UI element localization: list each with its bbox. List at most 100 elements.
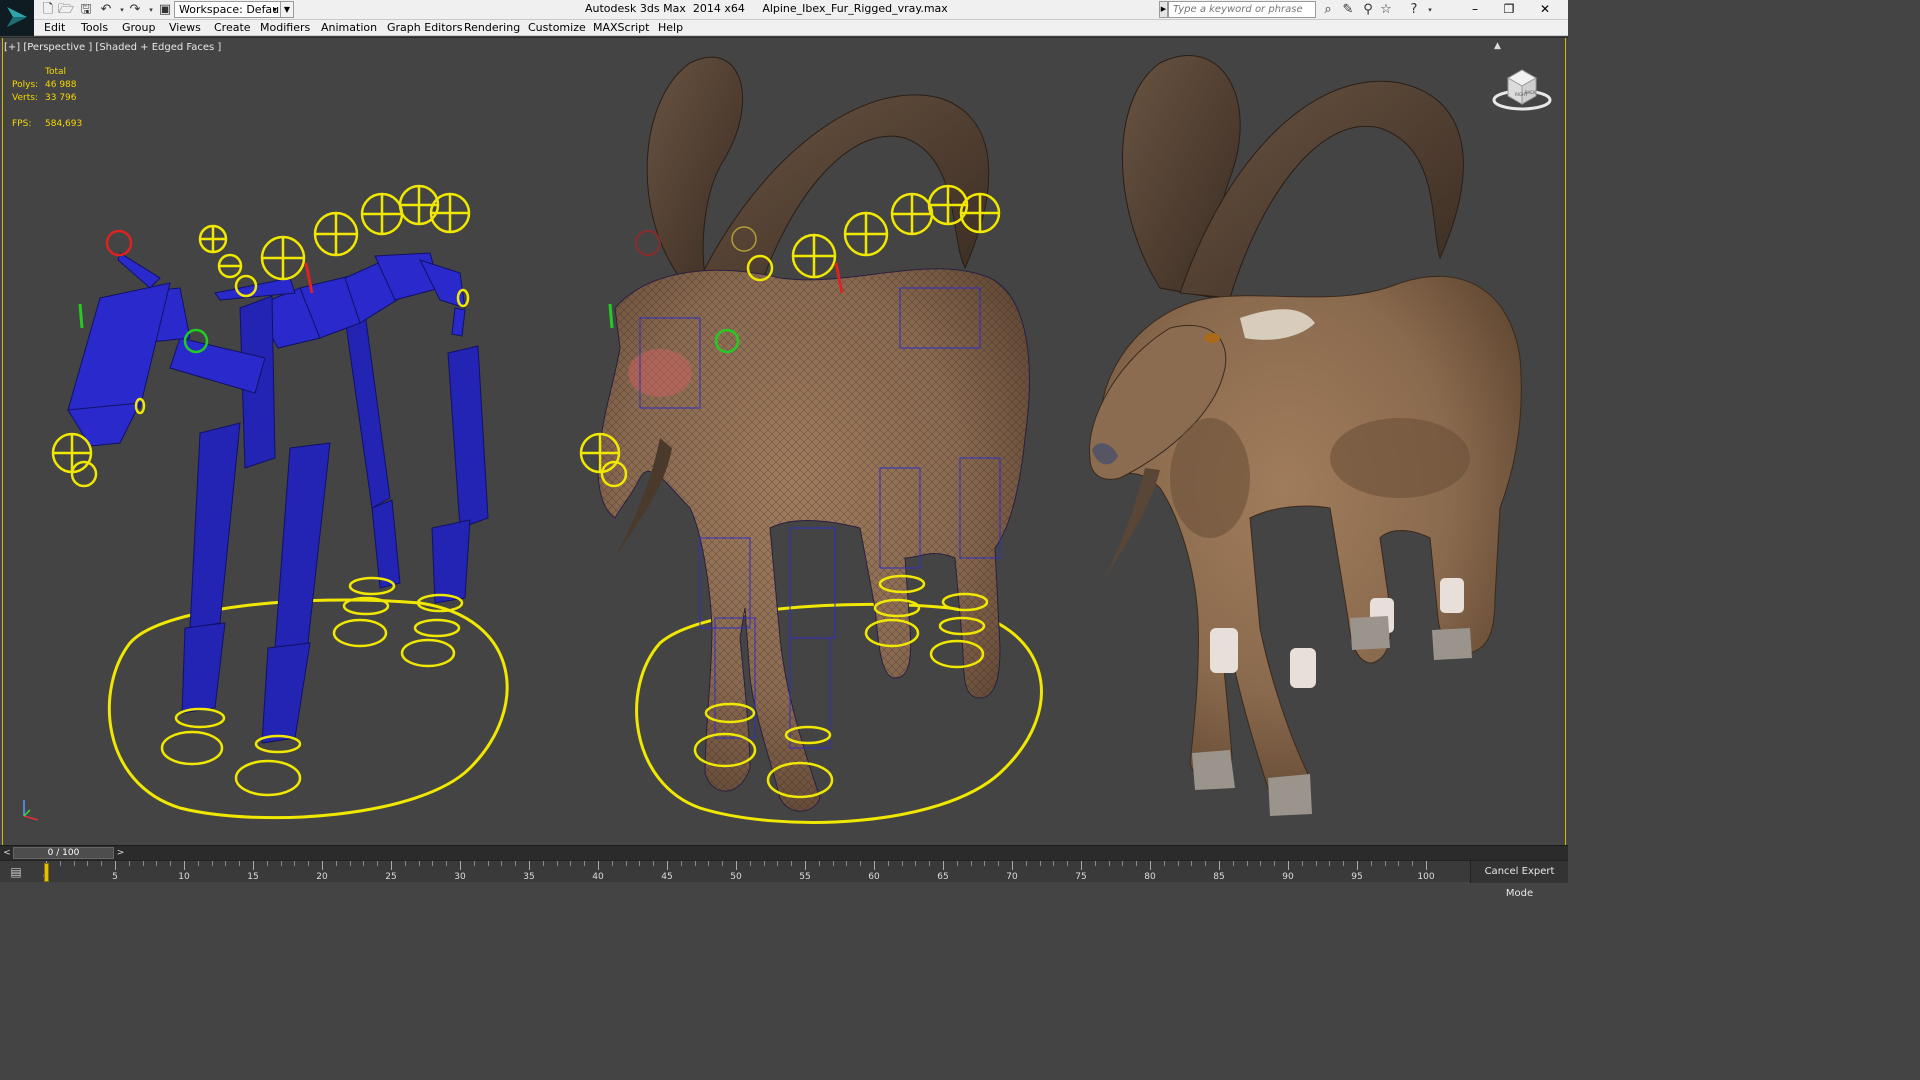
ruler-tick-label: 70 — [1006, 872, 1018, 882]
scene-canvas[interactable] — [0, 38, 1568, 845]
ruler-tick-label: 100 — [1417, 872, 1435, 882]
ruler-minor-tick — [832, 861, 834, 866]
viewport-label-menu[interactable]: [+] [Perspective ] [Shaded + Edged Faces… — [4, 42, 221, 53]
ruler-minor-tick — [418, 861, 420, 866]
ruler-minor-tick — [1412, 861, 1414, 866]
ruler-major-tick — [1357, 861, 1358, 870]
time-slider[interactable]: < 0 / 100 > — [0, 845, 1568, 860]
help-icon[interactable]: ? — [1406, 2, 1422, 18]
undo-icon[interactable]: ↶ — [98, 2, 114, 18]
communication-center-icon[interactable]: ✎ — [1340, 2, 1356, 18]
ruler-major-tick — [391, 861, 392, 870]
perspective-viewport[interactable]: [+] [Perspective ] [Shaded + Edged Faces… — [0, 37, 1568, 845]
mini-curve-editor-icon[interactable]: ▤ — [6, 864, 26, 880]
menu-customize[interactable]: Customize — [528, 21, 586, 35]
ruler-minor-tick — [791, 861, 793, 866]
bone-rig[interactable] — [51, 184, 509, 820]
ruler-major-tick — [667, 861, 668, 870]
stats-header: Total — [45, 67, 67, 77]
ruler-minor-tick — [653, 861, 655, 866]
previous-frame-button[interactable]: < — [2, 847, 12, 859]
redo-icon[interactable]: ↷ — [127, 2, 143, 18]
workspace-dropdown[interactable]: Workspace: Default ▾ ▼ — [174, 1, 294, 18]
axis-tripod-icon — [23, 800, 39, 821]
ruler-tick-label: 80 — [1144, 872, 1156, 882]
ruler-minor-tick — [142, 861, 144, 866]
ruler-minor-tick — [101, 861, 103, 866]
ruler-major-tick — [1081, 861, 1082, 870]
help-dropdown-icon[interactable]: ▾ — [1422, 2, 1438, 18]
verts-label: Verts: — [12, 93, 38, 103]
menu-animation[interactable]: Animation — [321, 21, 377, 35]
search-input[interactable]: Type a keyword or phrase — [1168, 1, 1316, 18]
sign-in-icon[interactable]: ⚲ — [1360, 2, 1376, 18]
ruler-minor-tick — [294, 861, 296, 866]
ruler-major-tick — [1012, 861, 1013, 870]
ruler-minor-tick — [225, 861, 227, 866]
menu-tools[interactable]: Tools — [81, 21, 108, 35]
ruler-minor-tick — [1301, 861, 1303, 866]
ruler-minor-tick — [515, 861, 517, 866]
ruler-minor-tick — [1315, 861, 1317, 866]
ruler-minor-tick — [1122, 861, 1124, 866]
time-slider-thumb[interactable]: 0 / 100 — [13, 847, 114, 859]
ruler-tick-label: 10 — [178, 872, 190, 882]
ruler-minor-tick — [266, 861, 268, 866]
ruler-major-tick — [598, 861, 599, 870]
ruler-major-tick — [529, 861, 530, 870]
next-frame-button[interactable]: > — [115, 847, 126, 859]
ruler-minor-tick — [1094, 861, 1096, 866]
viewcube-icon[interactable]: RIGHT BACK — [1490, 66, 1554, 114]
ruler-minor-tick — [1260, 861, 1262, 866]
ruler-minor-tick — [404, 861, 406, 866]
menu-edit[interactable]: Edit — [44, 21, 65, 35]
viewport-lock-icon[interactable]: ▲ — [1494, 41, 1501, 51]
ibex-rendered-model[interactable] — [1089, 55, 1522, 816]
new-file-icon[interactable]: 🗋 — [40, 2, 56, 18]
menu-modifiers[interactable]: Modifiers — [260, 21, 310, 35]
ruler-minor-tick — [929, 861, 931, 866]
ibex-wireframe-model[interactable] — [579, 56, 1043, 824]
fps-value: 584,693 — [45, 119, 83, 129]
ruler-minor-tick — [1398, 861, 1400, 866]
menu-graph-editors[interactable]: Graph Editors — [387, 21, 463, 35]
ruler-major-tick — [115, 861, 116, 870]
ruler-minor-tick — [1025, 861, 1027, 866]
current-frame-marker[interactable] — [44, 863, 49, 882]
menu-create[interactable]: Create — [214, 21, 251, 35]
workspace-dropdown-arrow-icon[interactable]: ▼ — [280, 2, 293, 17]
ruler-tick-label: 40 — [592, 872, 604, 882]
timeline-ruler[interactable]: 0510152025303540455055606570758085909510… — [43, 861, 1435, 883]
project-folder-icon[interactable]: ▣ — [157, 2, 173, 18]
close-button[interactable]: ✕ — [1522, 0, 1568, 20]
menu-help[interactable]: Help — [658, 21, 683, 35]
menu-rendering[interactable]: Rendering — [464, 21, 520, 35]
viewcube-face-back: BACK — [1525, 90, 1536, 95]
ruler-minor-tick — [708, 861, 710, 866]
menu-group[interactable]: Group — [122, 21, 156, 35]
ruler-minor-tick — [156, 861, 158, 866]
head-control-red[interactable] — [105, 229, 133, 257]
app-menu-button[interactable] — [0, 0, 34, 36]
ruler-minor-tick — [887, 861, 889, 866]
file-name: Alpine_Ibex_Fur_Rigged_vray.max — [762, 2, 948, 15]
ruler-minor-tick — [501, 861, 503, 866]
ruler-tick-label: 35 — [523, 872, 535, 882]
open-file-icon[interactable]: 🗁 — [58, 2, 74, 18]
ruler-minor-tick — [377, 861, 379, 866]
binoculars-icon[interactable]: ⌕ — [1320, 2, 1336, 18]
ruler-tick-label: 65 — [937, 872, 949, 882]
cancel-expert-mode-button[interactable]: Cancel Expert Mode — [1470, 861, 1568, 899]
menu-maxscript[interactable]: MAXScript — [593, 21, 649, 35]
favorites-star-icon[interactable]: ☆ — [1378, 2, 1394, 18]
ruler-minor-tick — [473, 861, 475, 866]
ruler-minor-tick — [749, 861, 751, 866]
track-bar[interactable]: ▤ 05101520253035404550556065707580859095… — [0, 860, 1568, 899]
ruler-major-tick — [805, 861, 806, 870]
menu-views[interactable]: Views — [169, 21, 201, 35]
search-expand-icon[interactable]: ▶ — [1159, 1, 1168, 18]
ruler-minor-tick — [625, 861, 627, 866]
verts-value: 33 796 — [45, 93, 77, 103]
ruler-tick-label: 5 — [112, 872, 118, 882]
save-file-icon[interactable]: 🖫 — [78, 2, 94, 18]
